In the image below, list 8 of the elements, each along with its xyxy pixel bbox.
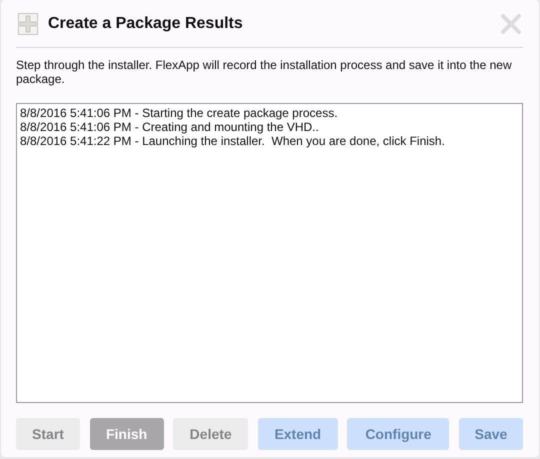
close-icon[interactable]	[501, 14, 521, 34]
package-icon	[18, 12, 38, 34]
action-button[interactable]: Finish	[90, 418, 164, 450]
window-title: Create a Package Results	[48, 14, 244, 32]
log-line: 8/8/2016 5:41:22 PM - Launching the installer. When you are done, click Finish.	[20, 134, 446, 148]
log-line: 8/8/2016 5:41:06 PM - Creating and mounting the VHD..	[20, 120, 320, 134]
instruction-text: Step through the installer. FlexApp will record the installation process and save it into the new package.	[16, 58, 513, 86]
log-line: 8/8/2016 5:41:06 PM - Starting the create package process.	[20, 106, 339, 120]
